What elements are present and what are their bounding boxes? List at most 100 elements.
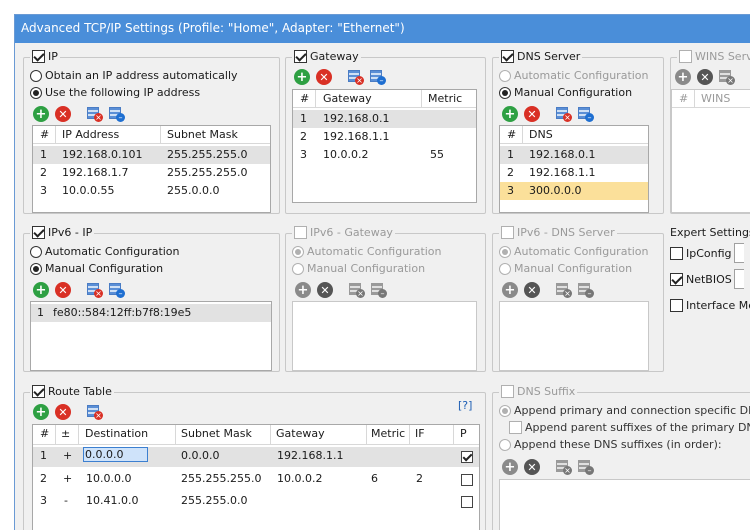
table-row[interactable]: 3 - 10.41.0.0 255.255.0.0 (33, 492, 479, 512)
column-header: Destination (85, 427, 149, 440)
ip-enable-checkbox[interactable] (32, 50, 45, 63)
dns-delete-icon[interactable]: ✕ (524, 106, 540, 122)
ipv6-gateway-add-icon[interactable]: + (295, 282, 311, 298)
ipv6-dns-clear-list-icon[interactable]: × (556, 282, 572, 298)
table-row[interactable]: 1 fe80::584:12ff:b7f8:19e5 (31, 304, 271, 322)
dns-edit-list-icon[interactable]: – (578, 106, 594, 122)
ipconfig-checkbox[interactable]: IpConfig (670, 247, 732, 260)
column-header: # (300, 92, 310, 105)
append-primary-radio[interactable]: Append primary and connection specific D… (499, 404, 750, 417)
column-header: # (40, 427, 50, 440)
dns-suffix-group: DNS Suffix Append primary and connection… (492, 385, 750, 530)
persistent-checkbox[interactable] (461, 474, 473, 486)
route-table-enable-checkbox[interactable] (32, 385, 45, 398)
column-header: IF (415, 427, 425, 440)
ip-edit-list-icon[interactable]: – (109, 106, 125, 122)
ipv6-dns-enable-checkbox[interactable] (501, 226, 514, 239)
append-parent-checkbox[interactable]: Append parent suffixes of the primary DN… (509, 421, 750, 434)
route-delete-icon[interactable]: ✕ (55, 404, 71, 420)
ipv6-ip-edit-list-icon[interactable]: – (109, 282, 125, 298)
column-header: DNS (529, 128, 553, 141)
netbios-select[interactable] (734, 269, 744, 289)
ipconfig-input[interactable] (734, 243, 744, 263)
ipv6-dns-group: IPv6 - DNS Server Automatic Configuratio… (492, 226, 664, 372)
table-row[interactable]: 2 + 10.0.0.0 255.255.255.0 10.0.0.2 6 2 (33, 470, 479, 490)
destination-edit-input[interactable]: 0.0.0.0 (83, 447, 148, 462)
wins-add-icon[interactable]: + (675, 69, 691, 85)
ipv6-dns-auto-radio[interactable]: Automatic Configuration (499, 245, 649, 258)
interface-metric-checkbox[interactable]: Interface Metric (670, 299, 750, 312)
ipv6-gateway-auto-radio[interactable]: Automatic Configuration (292, 245, 442, 258)
dns-suffix-edit-list-icon[interactable]: – (578, 459, 594, 475)
gateway-delete-icon[interactable]: ✕ (316, 69, 332, 85)
ipv6-dns-add-icon[interactable]: + (502, 282, 518, 298)
wins-list[interactable]: # WINS (671, 89, 750, 213)
append-these-radio[interactable]: Append these DNS suffixes (in order): (499, 438, 722, 451)
table-row[interactable]: 1 + 0.0.0.0 0.0.0.0 192.168.1.1 (33, 447, 479, 467)
dns-add-icon[interactable]: + (502, 106, 518, 122)
ipv6-ip-clear-list-icon[interactable]: × (87, 282, 103, 298)
ipv6-gateway-clear-list-icon[interactable]: × (349, 282, 365, 298)
ipv6-gateway-edit-list-icon[interactable]: – (371, 282, 387, 298)
dns-suffix-clear-list-icon[interactable]: × (556, 459, 572, 475)
table-row[interactable]: 1 192.168.0.1 (500, 146, 648, 164)
gateway-clear-list-icon[interactable]: × (348, 69, 364, 85)
ipv6-dns-group-title: IPv6 - DNS Server (517, 226, 615, 239)
window-title: Advanced TCP/IP Settings (Profile: "Home… (15, 15, 750, 43)
route-table[interactable]: # ± Destination Subnet Mask Gateway Metr… (32, 424, 480, 530)
gateway-edit-list-icon[interactable]: – (370, 69, 386, 85)
wins-delete-icon[interactable]: ✕ (697, 69, 713, 85)
ipv6-gateway-enable-checkbox[interactable] (294, 226, 307, 239)
ip-manual-radio[interactable]: Use the following IP address (30, 86, 200, 99)
ipv6-ip-list[interactable]: 1 fe80::584:12ff:b7f8:19e5 (30, 301, 272, 371)
ip-auto-radio[interactable]: Obtain an IP address automatically (30, 69, 238, 82)
table-row[interactable]: 3 10.0.0.55 255.0.0.0 (33, 182, 270, 200)
ipv6-ip-auto-radio[interactable]: Automatic Configuration (30, 245, 180, 258)
table-row[interactable]: 3 10.0.0.2 55 (293, 146, 476, 164)
dns-suffix-add-icon[interactable]: + (502, 459, 518, 475)
route-add-icon[interactable]: + (33, 404, 49, 420)
column-header: IP Address (62, 128, 120, 141)
ipv6-ip-group-title: IPv6 - IP (48, 226, 93, 239)
table-row-invalid[interactable]: 3 300.0.0.0 (500, 182, 648, 200)
dns-manual-radio[interactable]: Manual Configuration (499, 86, 632, 99)
dns-suffix-list[interactable] (499, 479, 750, 530)
ipv6-gateway-manual-radio[interactable]: Manual Configuration (292, 262, 425, 275)
netbios-checkbox[interactable]: NetBIOS (670, 273, 732, 286)
table-row[interactable]: 2 192.168.1.1 (293, 128, 476, 146)
ipv6-gateway-delete-icon[interactable]: ✕ (317, 282, 333, 298)
dns-auto-radio[interactable]: Automatic Configuration (499, 69, 649, 82)
ipv6-dns-delete-icon[interactable]: ✕ (524, 282, 540, 298)
wins-clear-list-icon[interactable]: × (719, 69, 735, 85)
ipv6-dns-manual-radio[interactable]: Manual Configuration (499, 262, 632, 275)
ip-clear-list-icon[interactable]: × (87, 106, 103, 122)
table-row[interactable]: 1 192.168.0.1 (293, 110, 476, 128)
ipv6-ip-manual-radio[interactable]: Manual Configuration (30, 262, 163, 275)
ipv6-ip-add-icon[interactable]: + (33, 282, 49, 298)
ipv6-ip-enable-checkbox[interactable] (32, 226, 45, 239)
ip-add-icon[interactable]: + (33, 106, 49, 122)
table-row[interactable]: 2 192.168.1.7 255.255.255.0 (33, 164, 270, 182)
persistent-checkbox[interactable] (461, 496, 473, 508)
gateway-list[interactable]: # Gateway Metric 1 192.168.0.1 2 192.168… (292, 89, 477, 203)
ip-address-list[interactable]: # IP Address Subnet Mask 1 192.168.0.101… (32, 125, 271, 213)
route-help-link[interactable]: [?] (458, 399, 472, 412)
column-header: Gateway (276, 427, 325, 440)
dns-server-list[interactable]: # DNS 1 192.168.0.1 2 192.168.1.1 3 300.… (499, 125, 649, 213)
table-row[interactable]: 2 192.168.1.1 (500, 164, 648, 182)
gateway-enable-checkbox[interactable] (294, 50, 307, 63)
dns-clear-list-icon[interactable]: × (556, 106, 572, 122)
route-clear-list-icon[interactable]: × (87, 404, 103, 420)
ipv6-dns-list[interactable] (499, 301, 649, 371)
ipv6-dns-edit-list-icon[interactable]: – (578, 282, 594, 298)
wins-enable-checkbox[interactable] (679, 50, 692, 63)
ip-delete-icon[interactable]: ✕ (55, 106, 71, 122)
persistent-checkbox[interactable] (461, 451, 473, 463)
dns-suffix-enable-checkbox[interactable] (501, 385, 514, 398)
ipv6-gateway-list[interactable] (292, 301, 477, 371)
dns-enable-checkbox[interactable] (501, 50, 514, 63)
gateway-add-icon[interactable]: + (294, 69, 310, 85)
dns-suffix-delete-icon[interactable]: ✕ (524, 459, 540, 475)
ipv6-ip-delete-icon[interactable]: ✕ (55, 282, 71, 298)
table-row[interactable]: 1 192.168.0.101 255.255.255.0 (33, 146, 270, 164)
